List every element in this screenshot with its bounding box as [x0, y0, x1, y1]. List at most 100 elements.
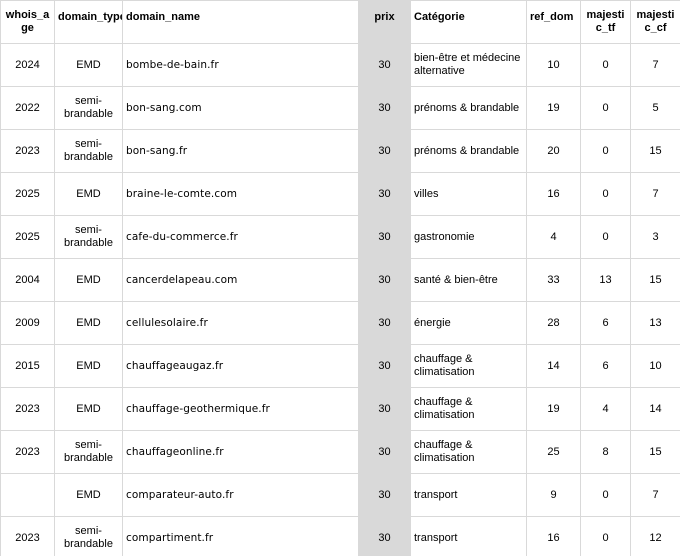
cell-whois-age[interactable]: 2009: [0, 301, 55, 345]
cell-categorie[interactable]: bien-être et médecine alternative: [410, 43, 527, 87]
cell-domain-type[interactable]: semi-brandable: [54, 215, 123, 259]
cell-prix[interactable]: 30: [358, 215, 411, 259]
cell-ref-dom[interactable]: 33: [526, 258, 581, 302]
cell-prix[interactable]: 30: [358, 473, 411, 517]
cell-majestic-cf[interactable]: 15: [630, 430, 680, 474]
cell-categorie[interactable]: chauffage & climatisation: [410, 344, 527, 388]
cell-majestic-tf[interactable]: 13: [580, 258, 631, 302]
cell-majestic-tf[interactable]: 4: [580, 387, 631, 431]
col-header-domain-type[interactable]: domain_type: [54, 0, 123, 44]
cell-categorie[interactable]: gastronomie: [410, 215, 527, 259]
cell-domain-name[interactable]: bon-sang.fr: [122, 129, 359, 173]
cell-majestic-cf[interactable]: 7: [630, 172, 680, 216]
cell-domain-type[interactable]: semi-brandable: [54, 129, 123, 173]
cell-majestic-tf[interactable]: 0: [580, 172, 631, 216]
cell-domain-type[interactable]: EMD: [54, 258, 123, 302]
cell-prix[interactable]: 30: [358, 344, 411, 388]
cell-whois-age[interactable]: 2023: [0, 430, 55, 474]
cell-whois-age[interactable]: [0, 473, 55, 517]
cell-prix[interactable]: 30: [358, 387, 411, 431]
cell-majestic-tf[interactable]: 6: [580, 344, 631, 388]
cell-whois-age[interactable]: 2025: [0, 215, 55, 259]
cell-majestic-tf[interactable]: 6: [580, 301, 631, 345]
cell-domain-type[interactable]: EMD: [54, 43, 123, 87]
cell-majestic-cf[interactable]: 5: [630, 86, 680, 130]
cell-whois-age[interactable]: 2015: [0, 344, 55, 388]
cell-ref-dom[interactable]: 14: [526, 344, 581, 388]
cell-majestic-tf[interactable]: 0: [580, 129, 631, 173]
cell-domain-name[interactable]: cellulesolaire.fr: [122, 301, 359, 345]
cell-categorie[interactable]: transport: [410, 473, 527, 517]
col-header-majestic-tf[interactable]: majestic_tf: [580, 0, 631, 44]
cell-whois-age[interactable]: 2023: [0, 129, 55, 173]
cell-whois-age[interactable]: 2023: [0, 387, 55, 431]
cell-whois-age[interactable]: 2025: [0, 172, 55, 216]
cell-ref-dom[interactable]: 20: [526, 129, 581, 173]
cell-ref-dom[interactable]: 19: [526, 86, 581, 130]
cell-domain-name[interactable]: braine-le-comte.com: [122, 172, 359, 216]
cell-majestic-tf[interactable]: 0: [580, 215, 631, 259]
cell-majestic-cf[interactable]: 7: [630, 43, 680, 87]
cell-domain-name[interactable]: cancerdelapeau.com: [122, 258, 359, 302]
cell-categorie[interactable]: prénoms & brandable: [410, 86, 527, 130]
cell-ref-dom[interactable]: 16: [526, 172, 581, 216]
cell-domain-type[interactable]: EMD: [54, 473, 123, 517]
cell-domain-name[interactable]: bon-sang.com: [122, 86, 359, 130]
cell-whois-age[interactable]: 2023: [0, 516, 55, 556]
cell-ref-dom[interactable]: 9: [526, 473, 581, 517]
cell-categorie[interactable]: villes: [410, 172, 527, 216]
cell-categorie[interactable]: santé & bien-être: [410, 258, 527, 302]
cell-prix[interactable]: 30: [358, 43, 411, 87]
col-header-prix[interactable]: prix: [358, 0, 411, 44]
cell-domain-name[interactable]: comparateur-auto.fr: [122, 473, 359, 517]
cell-majestic-cf[interactable]: 12: [630, 516, 680, 556]
cell-categorie[interactable]: prénoms & brandable: [410, 129, 527, 173]
cell-ref-dom[interactable]: 25: [526, 430, 581, 474]
cell-domain-name[interactable]: compartiment.fr: [122, 516, 359, 556]
cell-domain-type[interactable]: EMD: [54, 344, 123, 388]
col-header-majestic-cf[interactable]: majestic_cf: [630, 0, 680, 44]
col-header-domain-name[interactable]: domain_name: [122, 0, 359, 44]
col-header-categorie[interactable]: Catégorie: [410, 0, 527, 44]
cell-majestic-tf[interactable]: 0: [580, 43, 631, 87]
cell-whois-age[interactable]: 2004: [0, 258, 55, 302]
cell-prix[interactable]: 30: [358, 86, 411, 130]
cell-majestic-tf[interactable]: 0: [580, 473, 631, 517]
cell-majestic-tf[interactable]: 8: [580, 430, 631, 474]
cell-majestic-cf[interactable]: 3: [630, 215, 680, 259]
cell-prix[interactable]: 30: [358, 258, 411, 302]
cell-ref-dom[interactable]: 16: [526, 516, 581, 556]
cell-majestic-tf[interactable]: 0: [580, 516, 631, 556]
cell-ref-dom[interactable]: 28: [526, 301, 581, 345]
cell-majestic-tf[interactable]: 0: [580, 86, 631, 130]
cell-categorie[interactable]: énergie: [410, 301, 527, 345]
cell-domain-name[interactable]: chauffage-geothermique.fr: [122, 387, 359, 431]
cell-prix[interactable]: 30: [358, 301, 411, 345]
cell-majestic-cf[interactable]: 14: [630, 387, 680, 431]
cell-ref-dom[interactable]: 4: [526, 215, 581, 259]
cell-majestic-cf[interactable]: 13: [630, 301, 680, 345]
col-header-ref-dom[interactable]: ref_dom: [526, 0, 581, 44]
cell-majestic-cf[interactable]: 15: [630, 258, 680, 302]
cell-prix[interactable]: 30: [358, 430, 411, 474]
cell-majestic-cf[interactable]: 15: [630, 129, 680, 173]
cell-domain-type[interactable]: EMD: [54, 301, 123, 345]
col-header-whois-age[interactable]: whois_age: [0, 0, 55, 44]
cell-domain-type[interactable]: semi-brandable: [54, 430, 123, 474]
cell-prix[interactable]: 30: [358, 172, 411, 216]
cell-whois-age[interactable]: 2024: [0, 43, 55, 87]
cell-majestic-cf[interactable]: 10: [630, 344, 680, 388]
cell-domain-type[interactable]: EMD: [54, 387, 123, 431]
cell-categorie[interactable]: transport: [410, 516, 527, 556]
cell-domain-name[interactable]: chauffageonline.fr: [122, 430, 359, 474]
cell-domain-name[interactable]: bombe-de-bain.fr: [122, 43, 359, 87]
cell-domain-name[interactable]: cafe-du-commerce.fr: [122, 215, 359, 259]
cell-categorie[interactable]: chauffage & climatisation: [410, 430, 527, 474]
cell-domain-type[interactable]: semi-brandable: [54, 516, 123, 556]
cell-majestic-cf[interactable]: 7: [630, 473, 680, 517]
cell-prix[interactable]: 30: [358, 129, 411, 173]
cell-whois-age[interactable]: 2022: [0, 86, 55, 130]
cell-domain-name[interactable]: chauffageaugaz.fr: [122, 344, 359, 388]
cell-ref-dom[interactable]: 19: [526, 387, 581, 431]
cell-domain-type[interactable]: semi-brandable: [54, 86, 123, 130]
